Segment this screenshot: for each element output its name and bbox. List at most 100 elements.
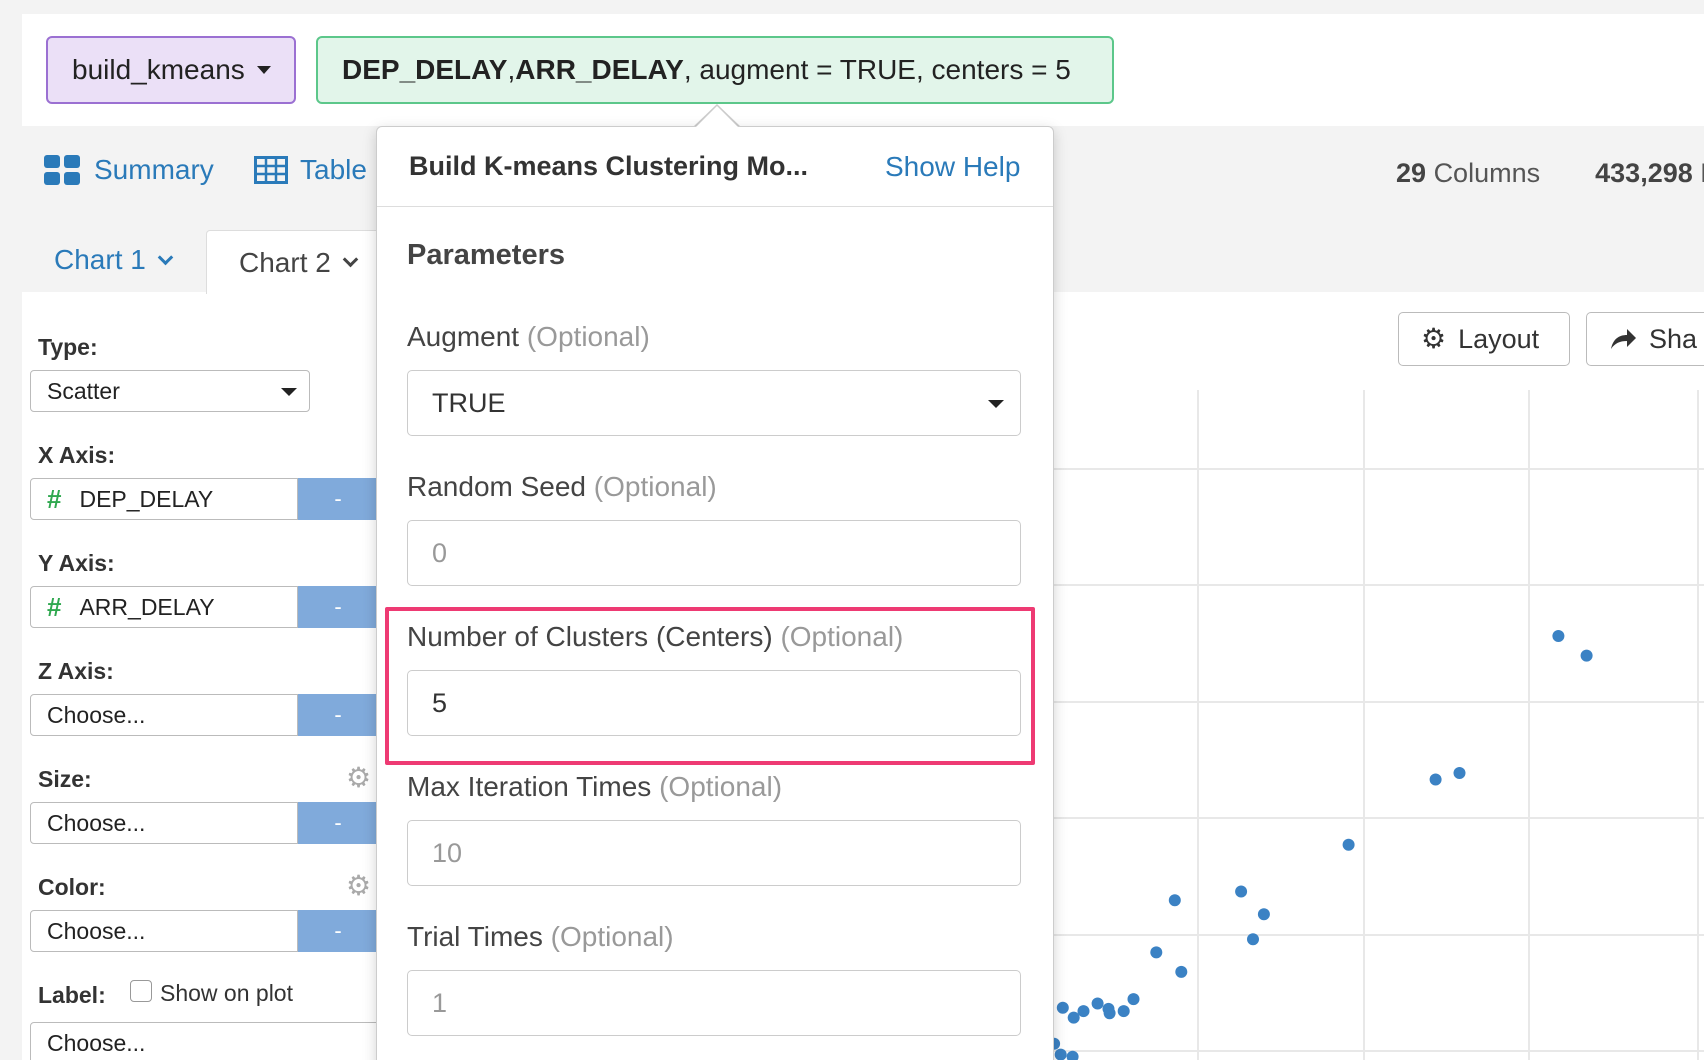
trial-times-input[interactable]: 1	[407, 970, 1021, 1036]
scatter-point	[1091, 997, 1104, 1010]
gear-icon[interactable]: ⚙	[346, 764, 371, 792]
size-label: Size:	[38, 766, 92, 792]
scatter-point	[1077, 1005, 1090, 1018]
scatter-point	[1150, 946, 1163, 959]
scatter-point	[1168, 894, 1181, 907]
optional-tag: (Optional)	[526, 321, 650, 352]
y-axis-remove-button[interactable]: -	[298, 586, 378, 628]
summary-view-tab[interactable]: Summary	[44, 154, 214, 186]
scatter-point	[1552, 630, 1565, 642]
random-seed-input[interactable]: 0	[407, 520, 1021, 586]
table-label: Table	[300, 154, 367, 185]
scatter-point	[1580, 649, 1593, 662]
tab-chart-1[interactable]: Chart 1	[54, 244, 174, 276]
max-iteration-label-text: Max Iteration Times	[407, 771, 652, 802]
arg-options: , augment = TRUE, centers = 5	[683, 54, 1071, 85]
show-on-plot-checkbox[interactable]	[130, 980, 152, 1002]
command-name: build_kmeans	[72, 54, 245, 85]
trial-times-label-text: Trial Times	[407, 921, 543, 952]
max-iteration-input[interactable]: 10	[407, 820, 1021, 886]
scatter-point	[1103, 1007, 1116, 1020]
color-label: Color:	[38, 874, 106, 900]
numeric-icon: #	[47, 483, 62, 514]
scatter-point	[1056, 1001, 1069, 1014]
show-help-link[interactable]: Show Help	[885, 151, 1020, 183]
command-arguments[interactable]: DEP_DELAY, ARR_DELAY, augment = TRUE, ce…	[316, 36, 1114, 104]
augment-label-text: Augment	[407, 321, 520, 352]
size-placeholder: Choose...	[47, 809, 146, 836]
tab-chart-2[interactable]: Chart 2	[206, 230, 386, 294]
scatter-point	[1067, 1011, 1080, 1024]
scatter-point	[1175, 965, 1188, 978]
x-axis-field[interactable]: # DEP_DELAY	[30, 478, 298, 520]
color-field[interactable]: Choose...	[30, 910, 298, 952]
optional-tag: (Optional)	[659, 771, 783, 802]
z-axis-label: Z Axis:	[38, 658, 114, 684]
popover-arrow-inner	[695, 106, 739, 128]
size-field[interactable]: Choose...	[30, 802, 298, 844]
optional-tag: (Optional)	[550, 921, 674, 952]
columns-count: 29	[1396, 158, 1427, 188]
chart-type-value: Scatter	[47, 377, 120, 404]
augment-label: Augment (Optional)	[407, 321, 650, 353]
scatter-point	[1429, 773, 1442, 786]
label-field[interactable]: Choose...	[30, 1022, 380, 1060]
minus-icon: -	[334, 810, 342, 835]
scatter-point	[1257, 908, 1270, 921]
rows-count: 433,298	[1595, 158, 1693, 188]
type-label: Type:	[38, 334, 98, 360]
gear-icon: ⚙	[1421, 323, 1447, 354]
scatter-point	[1342, 838, 1355, 851]
augment-value: TRUE	[432, 387, 506, 418]
x-axis-value: DEP_DELAY	[79, 485, 214, 512]
share-button[interactable]: Sha	[1586, 312, 1704, 366]
tab-chart-2-label: Chart 2	[239, 246, 331, 278]
minus-icon: -	[334, 594, 342, 619]
minus-icon: -	[334, 702, 342, 727]
centers-label-text: Number of Clusters (Centers)	[407, 621, 773, 652]
parameters-heading: Parameters	[407, 239, 565, 271]
centers-value: 5	[432, 687, 448, 718]
minus-icon: -	[334, 486, 342, 511]
size-remove-button[interactable]: -	[298, 802, 378, 844]
dataset-stats: 29 Columns 433,298 R	[1396, 158, 1704, 189]
gear-icon[interactable]: ⚙	[346, 872, 371, 900]
arg-column-2: ARR_DELAY	[515, 54, 684, 85]
command-dropdown-button[interactable]: build_kmeans	[46, 36, 296, 104]
layout-button[interactable]: ⚙ Layout	[1398, 312, 1570, 366]
tab-chart-1-label: Chart 1	[54, 244, 146, 275]
chart-type-select[interactable]: Scatter	[30, 370, 310, 412]
z-axis-remove-button[interactable]: -	[298, 694, 378, 736]
y-axis-field[interactable]: # ARR_DELAY	[30, 586, 298, 628]
show-on-plot-label: Show on plot	[160, 980, 293, 1006]
plot-grid	[1050, 390, 1704, 1060]
chevron-down-icon	[157, 249, 174, 265]
augment-select[interactable]: TRUE	[407, 370, 1021, 436]
scatter-point	[1235, 885, 1248, 898]
summary-label: Summary	[94, 154, 214, 185]
optional-tag: (Optional)	[593, 471, 717, 502]
color-placeholder: Choose...	[47, 917, 146, 944]
popover-title: Build K-means Clustering Mo...	[409, 151, 809, 181]
layout-label: Layout	[1458, 323, 1540, 354]
y-axis-value: ARR_DELAY	[79, 593, 215, 620]
table-icon	[254, 156, 288, 184]
x-axis-label: X Axis:	[38, 442, 116, 468]
grid-icon	[44, 155, 80, 185]
table-view-tab[interactable]: Table	[254, 154, 367, 186]
centers-input[interactable]: 5	[407, 670, 1021, 736]
share-icon	[1611, 329, 1636, 349]
max-iteration-label: Max Iteration Times (Optional)	[407, 771, 782, 803]
centers-label: Number of Clusters (Centers) (Optional)	[407, 621, 903, 653]
arg-column-1: DEP_DELAY	[342, 54, 508, 85]
scatter-point	[1066, 1050, 1079, 1060]
chevron-down-icon	[342, 251, 359, 268]
label-label: Label:	[38, 982, 106, 1008]
z-axis-field[interactable]: Choose...	[30, 694, 298, 736]
scatter-plot	[1050, 390, 1704, 1060]
trial-times-label: Trial Times (Optional)	[407, 921, 674, 953]
scatter-point	[1247, 933, 1259, 946]
scatter-point	[1453, 767, 1466, 779]
x-axis-remove-button[interactable]: -	[298, 478, 378, 520]
color-remove-button[interactable]: -	[298, 910, 378, 952]
